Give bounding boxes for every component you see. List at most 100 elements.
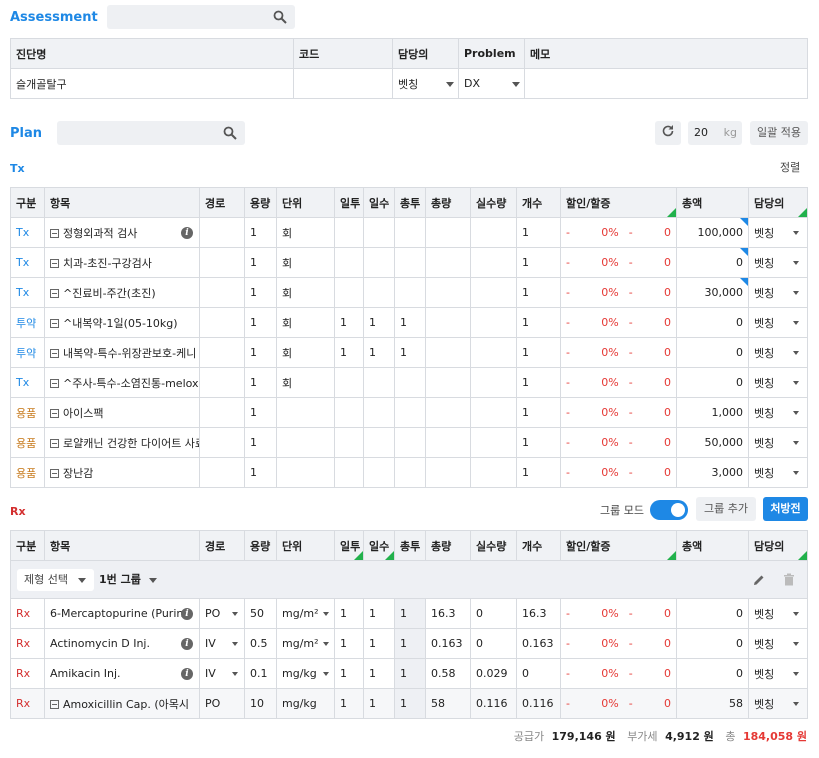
amount-cell[interactable] bbox=[425, 217, 471, 248]
price-cell[interactable]: 100,000 bbox=[676, 217, 749, 248]
add-group-button[interactable]: 그룹 추가 bbox=[696, 497, 756, 521]
assessment-search-input[interactable] bbox=[107, 5, 295, 29]
actual-cell[interactable] bbox=[470, 397, 517, 428]
total-cell[interactable]: 1 bbox=[394, 337, 426, 368]
discount-cell[interactable]: -0% -0 bbox=[560, 427, 677, 458]
dose-cell[interactable]: 50 bbox=[244, 598, 277, 629]
form-select-dropdown[interactable]: 제형 선택 bbox=[17, 569, 94, 591]
actual-cell[interactable] bbox=[470, 427, 517, 458]
doctor-select[interactable]: 벳칭 bbox=[748, 688, 808, 719]
total-cell[interactable] bbox=[394, 367, 426, 398]
price-cell[interactable]: 0 bbox=[676, 337, 749, 368]
route-select[interactable]: PO bbox=[199, 688, 245, 719]
price-cell[interactable]: 0 bbox=[676, 628, 749, 659]
info-icon[interactable]: i bbox=[181, 227, 193, 239]
daily-cell[interactable] bbox=[334, 427, 364, 458]
item-cell[interactable]: ^내복약-1일(05-10kg) bbox=[44, 307, 200, 338]
dose-cell[interactable]: 1 bbox=[244, 367, 277, 398]
amount-cell[interactable] bbox=[425, 457, 471, 488]
days-cell[interactable] bbox=[363, 247, 395, 278]
days-cell[interactable] bbox=[363, 397, 395, 428]
total-cell[interactable] bbox=[394, 277, 426, 308]
doctor-select[interactable]: 벳칭 bbox=[392, 68, 459, 99]
route-cell[interactable] bbox=[199, 457, 245, 488]
amount-cell[interactable] bbox=[425, 397, 471, 428]
count-cell[interactable]: 0 bbox=[516, 658, 561, 689]
route-cell[interactable] bbox=[199, 217, 245, 248]
actual-cell[interactable] bbox=[470, 277, 517, 308]
doctor-select[interactable]: 벳칭 bbox=[748, 598, 808, 629]
amount-cell[interactable]: 0.163 bbox=[425, 628, 471, 659]
route-cell[interactable] bbox=[199, 427, 245, 458]
doctor-select[interactable]: 벳칭 bbox=[748, 367, 808, 398]
amount-cell[interactable] bbox=[425, 247, 471, 278]
price-cell[interactable]: 30,000 bbox=[676, 277, 749, 308]
total-cell[interactable] bbox=[394, 457, 426, 488]
group-mode-toggle[interactable] bbox=[650, 500, 688, 520]
item-cell[interactable]: 장난감 bbox=[44, 457, 200, 488]
info-icon[interactable]: i bbox=[181, 608, 193, 620]
daily-cell[interactable] bbox=[334, 397, 364, 428]
daily-cell[interactable] bbox=[334, 277, 364, 308]
unit-select[interactable]: mg/kg bbox=[276, 658, 335, 689]
unit-select[interactable]: mg/kg bbox=[276, 688, 335, 719]
days-cell[interactable]: 1 bbox=[363, 337, 395, 368]
total-cell[interactable] bbox=[394, 217, 426, 248]
unit-cell[interactable]: 회 bbox=[276, 217, 335, 248]
dose-cell[interactable]: 1 bbox=[244, 217, 277, 248]
actual-cell[interactable]: 0 bbox=[470, 598, 517, 629]
unit-cell[interactable] bbox=[276, 427, 335, 458]
actual-cell[interactable] bbox=[470, 247, 517, 278]
actual-cell[interactable] bbox=[470, 217, 517, 248]
count-cell[interactable]: 1 bbox=[516, 277, 561, 308]
total-cell[interactable] bbox=[394, 247, 426, 278]
dose-cell[interactable]: 1 bbox=[244, 457, 277, 488]
count-cell[interactable]: 1 bbox=[516, 397, 561, 428]
count-cell[interactable]: 0.163 bbox=[516, 628, 561, 659]
discount-cell[interactable]: -0% -0 bbox=[560, 277, 677, 308]
days-cell[interactable]: 1 bbox=[363, 688, 395, 719]
daily-cell[interactable] bbox=[334, 367, 364, 398]
dose-cell[interactable]: 0.1 bbox=[244, 658, 277, 689]
item-cell[interactable]: 정형외과적 검사 i bbox=[44, 217, 200, 248]
dose-cell[interactable]: 1 bbox=[244, 277, 277, 308]
sort-button[interactable]: 정렬 bbox=[780, 159, 800, 175]
amount-cell[interactable]: 58 bbox=[425, 688, 471, 719]
count-cell[interactable]: 1 bbox=[516, 247, 561, 278]
count-cell[interactable]: 1 bbox=[516, 307, 561, 338]
edit-icon[interactable] bbox=[753, 574, 765, 586]
plan-search-input[interactable] bbox=[57, 121, 245, 145]
unit-cell[interactable]: 회 bbox=[276, 277, 335, 308]
info-icon[interactable]: i bbox=[181, 668, 193, 680]
route-cell[interactable] bbox=[199, 277, 245, 308]
days-cell[interactable] bbox=[363, 277, 395, 308]
daily-cell[interactable]: 1 bbox=[334, 628, 364, 659]
price-cell[interactable]: 1,000 bbox=[676, 397, 749, 428]
bulk-apply-button[interactable]: 일괄 적용 bbox=[750, 121, 808, 145]
total-cell[interactable] bbox=[394, 397, 426, 428]
total-cell[interactable] bbox=[394, 427, 426, 458]
item-cell[interactable]: 로얄캐닌 건강한 다이어트 사료 bbox=[44, 427, 200, 458]
actual-cell[interactable] bbox=[470, 367, 517, 398]
total-cell[interactable]: 1 bbox=[394, 307, 426, 338]
daily-cell[interactable] bbox=[334, 457, 364, 488]
count-cell[interactable]: 1 bbox=[516, 217, 561, 248]
dose-cell[interactable]: 0.5 bbox=[244, 628, 277, 659]
discount-cell[interactable]: -0% -0 bbox=[560, 457, 677, 488]
daily-cell[interactable]: 1 bbox=[334, 337, 364, 368]
discount-cell[interactable]: -0% -0 bbox=[560, 598, 677, 629]
amount-cell[interactable] bbox=[425, 427, 471, 458]
memo-cell[interactable] bbox=[524, 68, 808, 99]
count-cell[interactable]: 1 bbox=[516, 337, 561, 368]
daily-cell[interactable]: 1 bbox=[334, 658, 364, 689]
unit-cell[interactable] bbox=[276, 457, 335, 488]
actual-cell[interactable] bbox=[470, 337, 517, 368]
item-cell[interactable]: ^주사-특수-소염진통-meloxi bbox=[44, 367, 200, 398]
count-cell[interactable]: 0.116 bbox=[516, 688, 561, 719]
unit-cell[interactable]: 회 bbox=[276, 367, 335, 398]
discount-cell[interactable]: -0% -0 bbox=[560, 628, 677, 659]
daily-cell[interactable] bbox=[334, 247, 364, 278]
discount-cell[interactable]: -0% -0 bbox=[560, 307, 677, 338]
code-cell[interactable] bbox=[293, 68, 393, 99]
dose-cell[interactable]: 1 bbox=[244, 337, 277, 368]
